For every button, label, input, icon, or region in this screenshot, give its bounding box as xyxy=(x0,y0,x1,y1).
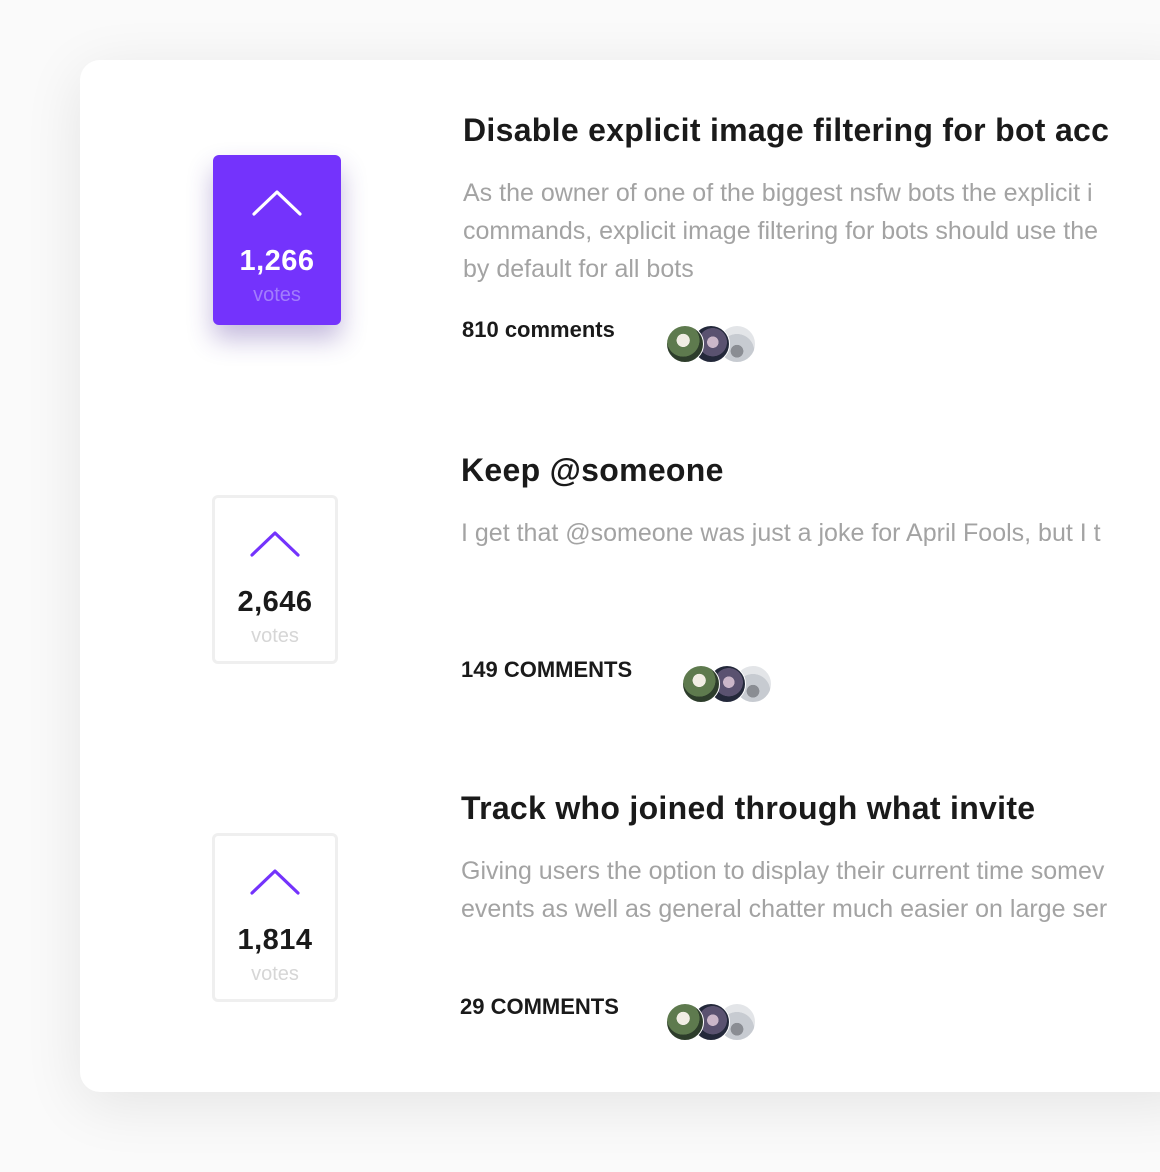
vote-label: votes xyxy=(251,963,299,985)
vote-label: votes xyxy=(253,284,301,306)
post-description: I get that @someone was just a joke for … xyxy=(461,519,1101,547)
vote-count: 2,646 xyxy=(237,586,313,618)
commenter-avatars xyxy=(666,1003,758,1041)
upvote-button[interactable]: 1,266 votes xyxy=(213,155,341,325)
vote-count: 1,266 xyxy=(239,245,315,277)
upvote-button[interactable]: 2,646 votes xyxy=(212,495,338,664)
chevron-up-icon xyxy=(250,869,300,895)
avatar xyxy=(682,665,720,703)
comments-link[interactable]: 29 COMMENTS xyxy=(460,994,619,1020)
upvote-button[interactable]: 1,814 votes xyxy=(212,833,338,1002)
chevron-up-icon xyxy=(252,190,302,216)
feedback-card: 1,266 votes Disable explicit image filte… xyxy=(80,60,1160,1092)
post-description: As the owner of one of the biggest nsfw … xyxy=(463,179,1099,283)
post-item: 2,646 votes Keep @someone I get that @so… xyxy=(80,400,1160,703)
vote-label: votes xyxy=(251,625,299,647)
commenter-avatars xyxy=(682,665,774,703)
post-item: 1,266 votes Disable explicit image filte… xyxy=(80,60,1160,363)
avatar xyxy=(666,1003,704,1041)
post-item: 1,814 votes Track who joined through wha… xyxy=(80,738,1160,1041)
chevron-up-icon xyxy=(250,531,300,557)
commenter-avatars xyxy=(666,325,758,363)
vote-count: 1,814 xyxy=(237,924,313,956)
comments-link[interactable]: 149 COMMENTS xyxy=(461,657,632,683)
avatar xyxy=(666,325,704,363)
comments-link[interactable]: 810 comments xyxy=(462,317,615,343)
post-description: Giving users the option to display their… xyxy=(461,857,1108,923)
post-title[interactable]: Keep @someone xyxy=(461,452,724,489)
post-title[interactable]: Track who joined through what invite xyxy=(461,790,1035,827)
post-title[interactable]: Disable explicit image filtering for bot… xyxy=(463,112,1109,149)
